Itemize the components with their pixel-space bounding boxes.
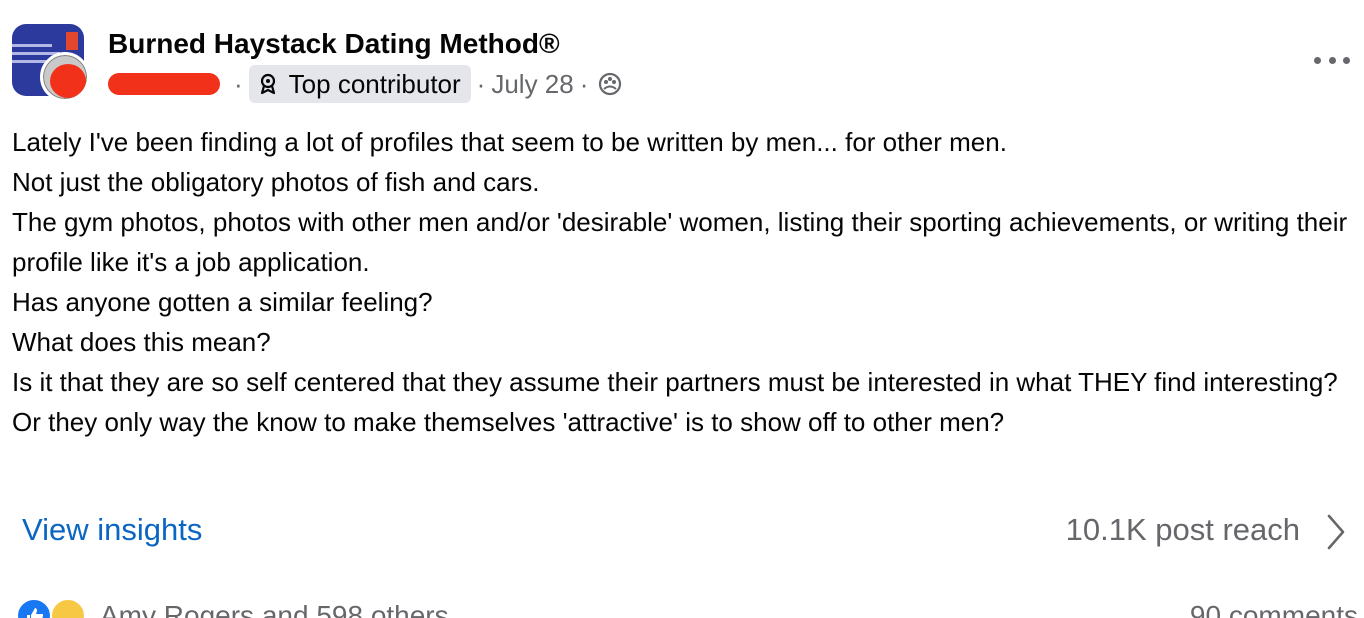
group-privacy-icon[interactable] <box>598 72 622 96</box>
avatar-graphic-block <box>66 32 78 50</box>
separator-dot: · <box>234 68 243 99</box>
avatar-graphic-line <box>12 44 52 47</box>
contributor-badge-icon <box>260 73 275 95</box>
post-paragraph: Has anyone gotten a similar feeling? <box>12 287 433 317</box>
avatar-graphic-line <box>12 60 48 63</box>
post-text: Lately I've been finding a lot of profil… <box>12 122 1362 442</box>
post-paragraph: What does this mean? <box>12 327 271 357</box>
post-paragraph: Not just the obligatory photos of fish a… <box>12 167 540 197</box>
chevron-right-icon[interactable] <box>1320 510 1350 554</box>
post-paragraph: Lately I've been finding a lot of profil… <box>12 127 1007 157</box>
separator-dot: · <box>579 68 589 99</box>
reactions-row: Amy Rogers and 598 others 90 comments <box>0 596 1364 618</box>
author-name-redacted[interactable] <box>108 73 220 95</box>
more-options-icon[interactable] <box>1314 50 1350 70</box>
group-post: Burned Haystack Dating Method® · Top con… <box>0 0 1364 618</box>
more-dot <box>1314 56 1321 64</box>
more-dot <box>1328 56 1336 64</box>
comments-count[interactable]: 90 comments <box>1190 600 1358 618</box>
group-name-link[interactable]: Burned Haystack Dating Method® <box>108 28 560 60</box>
author-avatar-image <box>43 55 87 99</box>
more-dot <box>1343 56 1350 64</box>
avatar-redaction <box>50 64 86 98</box>
badge-label: Top contributor <box>288 68 461 99</box>
post-paragraph: Is it that they are so self centered tha… <box>12 367 1338 437</box>
post-paragraph: The gym photos, photos with other men an… <box>12 207 1348 277</box>
post-reach-count: 10.1K post reach <box>1065 512 1300 547</box>
haha-reaction-icon <box>50 598 86 618</box>
insights-row[interactable]: View insights 10.1K post reach <box>0 504 1364 560</box>
post-date[interactable]: July 28 <box>491 69 573 100</box>
post-meta-row: · Top contributor · July 28 · <box>108 64 622 104</box>
view-insights-link[interactable]: View insights <box>22 512 202 548</box>
thumbs-up-icon <box>27 608 44 618</box>
reactors-summary[interactable]: Amy Rogers and 598 others <box>100 600 449 618</box>
author-avatar[interactable] <box>40 52 90 102</box>
separator-dot: · <box>476 68 486 99</box>
top-contributor-badge[interactable]: Top contributor <box>248 65 471 103</box>
like-reaction-icon <box>16 598 52 618</box>
